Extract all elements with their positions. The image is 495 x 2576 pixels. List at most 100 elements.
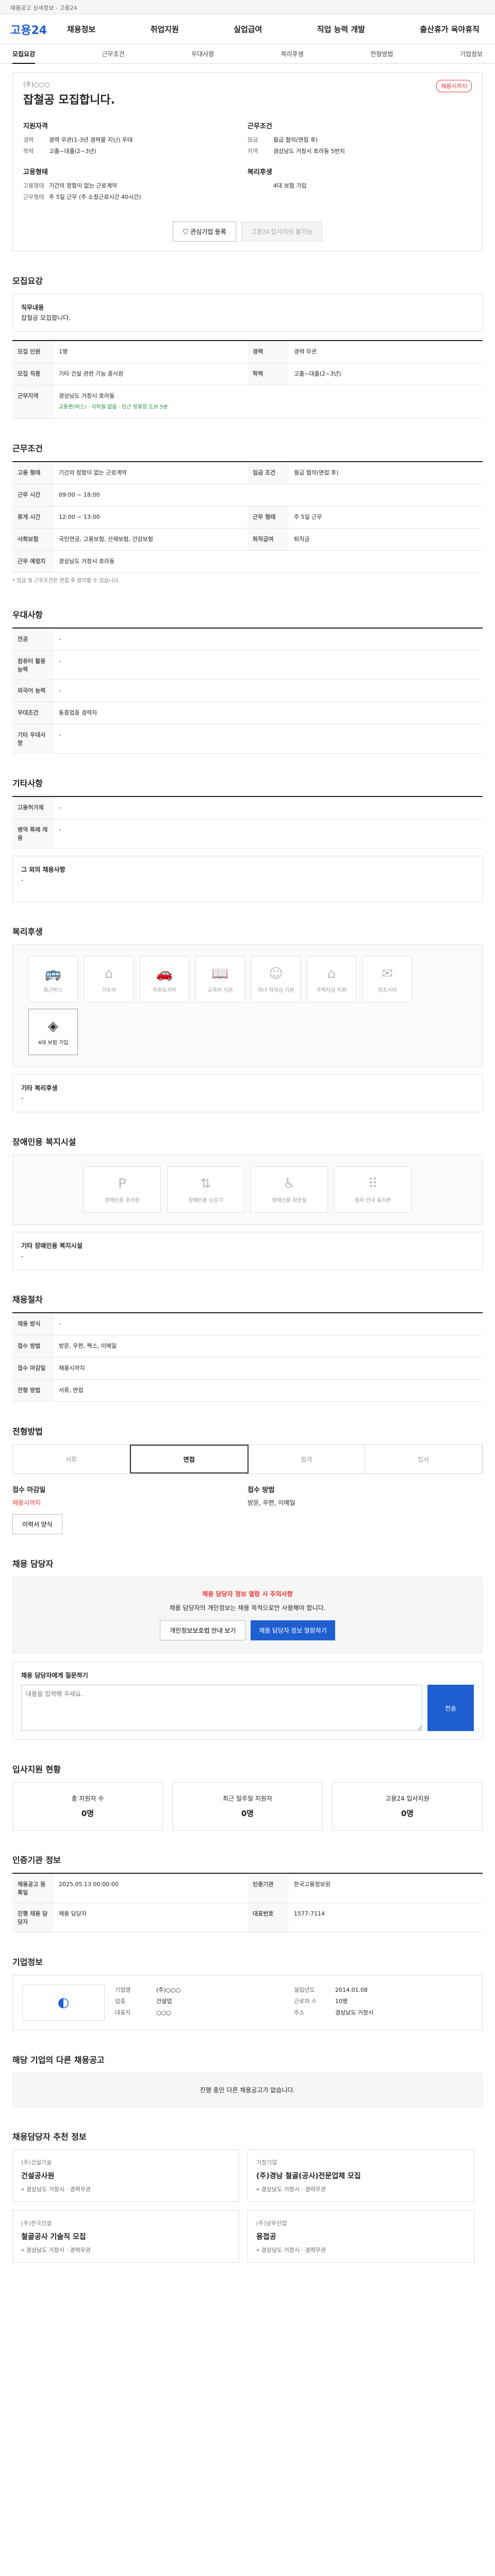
welfare-item: 🚗 차량유지비 [140, 956, 189, 1003]
table-row: 우대조건 동종업종 경력자 [12, 702, 483, 724]
tab-recruit[interactable]: 모집요강 [12, 49, 36, 64]
table-row: 접수 방법 방문, 우편, 팩스, 이메일 [12, 1335, 483, 1358]
row-value: 주 5일 근무 [294, 514, 322, 520]
row-value: 경상남도 거창시 호라동 [59, 558, 115, 565]
view-contact-button[interactable]: 채용 담당자 정보 열람하기 [251, 1620, 335, 1640]
recommend-card[interactable]: 거창기업 (주)경남 철골(공사)전문업체 모집 ⌖ 경상남도 거창시 · 경력무관 [248, 2149, 474, 2202]
row-head: 병역 특례 채용 [12, 819, 54, 848]
table-row: 채용공고 등록일 2025.05.13 00:00:00 인증기관 한국고용정보원 [12, 1874, 483, 1903]
question-input[interactable] [21, 1685, 422, 1731]
row-head: 대표번호 [248, 1903, 289, 1932]
row-head: 모집 인원 [12, 341, 54, 363]
kv-key [248, 180, 273, 192]
welfare-label: 자녀 학자금 지원 [257, 987, 294, 993]
privacy-guide-button[interactable]: 개인정보보호법 안내 보기 [160, 1620, 246, 1640]
welfare-icons: 🚌 통근버스 ⌂ 기숙사 🚗 차량유지비 📖 교육비 지원 ☺ 자녀 학자금 지원 ⌂ 주택… [12, 944, 483, 1067]
kv-value: 4대 보험 가입 [273, 182, 307, 189]
step-interview: 면접 [129, 1445, 249, 1473]
welfare-item: 📖 교육비 지원 [195, 956, 245, 1003]
card-company: (주)건설기술 [21, 2159, 52, 2166]
card-career: 경력무관 [305, 2247, 326, 2253]
disability-item: ⇅ 장애인용 승강기 [167, 1166, 244, 1213]
card-career: 경력무관 [305, 2186, 326, 2193]
card-title[interactable]: 철골공사 기술직 모집 [21, 2231, 230, 2242]
summary-welfare: 복리후생 4대 보험 가입 [248, 166, 472, 203]
card-title[interactable]: 건설공사원 [21, 2171, 230, 2181]
card-title[interactable]: 용접공 [256, 2231, 466, 2242]
tab-conditions[interactable]: 근무조건 [102, 49, 125, 58]
gnb-item-support[interactable]: 취업지원 [151, 24, 179, 35]
gnb-item-training[interactable]: 직업 능력 개발 [317, 24, 365, 35]
row-head: 채용 방식 [12, 1313, 54, 1335]
row-value: - [59, 826, 61, 833]
welfare-label: 통근버스 [43, 987, 63, 993]
table-row: 진행 채용 담당자 채용 담당자 대표번호 1577-7114 [12, 1903, 483, 1933]
page-title: 잡철공 모집합니다. [23, 94, 115, 107]
kv-key: 임금 [248, 137, 258, 143]
selection-details: 접수 마감일 채용시까지 이력서 양식 접수 방법 방문, 우편, 이메일 [12, 1484, 483, 1534]
company-logo-icon: ◐ [22, 1985, 105, 2021]
recommend-card[interactable]: (주)남부산업 용접공 ⌖ 경상남도 거창시 · 경력무관 [248, 2210, 474, 2263]
card-location: 경상남도 거창시 [26, 2186, 65, 2193]
favorite-company-button[interactable]: ♡ 관심기업 등록 [172, 222, 236, 242]
table-row: 근무지역 경상남도 거창시 호라동 교통편(버스) · 지하철 없음 · 인근 정… [12, 385, 483, 419]
tab-process[interactable]: 전형방법 [370, 49, 393, 58]
page-bottom-space [12, 2263, 483, 2294]
kv-value: 고졸~대졸(2~3년) [49, 148, 96, 155]
recommend-card[interactable]: (주)한국건설 철골공사 기술직 모집 ⌖ 경상남도 거창시 · 경력무관 [12, 2210, 239, 2263]
row-value: - [59, 636, 61, 642]
transport-badges: 교통편(버스) · 지하철 없음 · 인근 정류장 도보 5분 [59, 404, 168, 410]
gnb-item-leave[interactable]: 출산휴가 육아휴직 [420, 24, 480, 35]
job-label: 직무내용 [21, 304, 44, 311]
kv-value: 월급 협의(면접 후) [273, 137, 318, 143]
send-question-button[interactable]: 전송 [427, 1685, 474, 1731]
card-location: 경상남도 거창시 [26, 2247, 65, 2253]
welfare-item: ⌂ 기숙사 [84, 956, 134, 1003]
row-value: 국민연금, 고용보험, 산재보험, 건강보험 [59, 536, 153, 543]
step-docs: 서류 [13, 1445, 130, 1473]
book-icon: 📖 [211, 965, 229, 981]
disability-extra-box: 기타 장애인용 복지시설 - [12, 1232, 483, 1270]
gnb-item-jobs[interactable]: 채용정보 [67, 24, 95, 35]
kv-key: 고용형태 [23, 182, 44, 189]
disability-icons: P 장애인용 주차장 ⇅ 장애인용 승강기 ♿ 장애인용 화장실 ⠿ 점자 안내 표지판 [12, 1155, 483, 1225]
kv-key: 경력 [23, 137, 34, 143]
job-text: 잡철공 모집합니다. [21, 314, 71, 321]
resume-form-button[interactable]: 이력서 양식 [12, 1514, 62, 1534]
welfare-label: 기숙사 [102, 987, 116, 993]
table-row: 근무 예정지 경상남도 거창시 호라동 [12, 551, 483, 573]
kv-value: 2014.01.08 [335, 1987, 368, 1993]
car-icon: 🚗 [156, 965, 173, 981]
table-row: 고용허가제 - [12, 797, 483, 819]
kv-key: 학력 [23, 148, 34, 155]
table-row: 모집 인원 1명 경력 경력 무관 [12, 341, 483, 363]
row-head: 퇴직급여 [248, 529, 289, 550]
job-header-box: (주)○○○ 잡철공 모집합니다. 채용시까지 지원자격 경력 경력 무관(1-3… [12, 72, 483, 251]
summary-right-title: 근무조건 [248, 123, 272, 130]
kv-value: (주)○○○ [156, 1987, 181, 1993]
row-value: 서류, 면접 [59, 1387, 84, 1394]
row-value: 방문, 우편, 팩스, 이메일 [59, 1343, 117, 1349]
row-head: 기타 우대사항 [12, 724, 54, 753]
welfare-item: 🚌 통근버스 [28, 956, 78, 1003]
section-title-recruit: 모집요강 [12, 276, 43, 286]
welfare-item: ☺ 자녀 학자금 지원 [251, 956, 301, 1003]
welfare-extra-label: 기타 복리후생 [21, 1084, 58, 1092]
tab-company[interactable]: 기업정보 [460, 49, 483, 58]
row-head: 학력 [248, 363, 289, 385]
online-apply-button[interactable]: 고용24 입사지원 불가능 [241, 222, 323, 242]
kv-key: 지역 [248, 148, 258, 155]
gnb-item-benefits[interactable]: 실업급여 [234, 24, 262, 35]
top-utility-bar: 채용공고 상세정보 - 고용24 [0, 0, 495, 14]
elevator-icon: ⇅ [200, 1176, 211, 1192]
tab-preference[interactable]: 우대사항 [191, 49, 214, 58]
card-location: 경상남도 거창시 [261, 2186, 300, 2193]
recommend-card[interactable]: (주)건설기술 건설공사원 ⌖ 경상남도 거창시 · 경력무관 [12, 2149, 239, 2202]
braille-icon: ⠿ [368, 1176, 378, 1192]
card-title[interactable]: (주)경남 철골(공사)전문업체 모집 [256, 2171, 466, 2181]
tab-welfare[interactable]: 복리후생 [281, 49, 304, 58]
row-value: 경상남도 거창시 호라동 교통편(버스) · 지하철 없음 · 인근 정류장 도… [54, 385, 483, 418]
site-logo[interactable]: 고용24 [10, 21, 67, 38]
row-value: 채용 담당자 [59, 1910, 87, 1917]
kv-value: 10명 [335, 1998, 348, 2005]
